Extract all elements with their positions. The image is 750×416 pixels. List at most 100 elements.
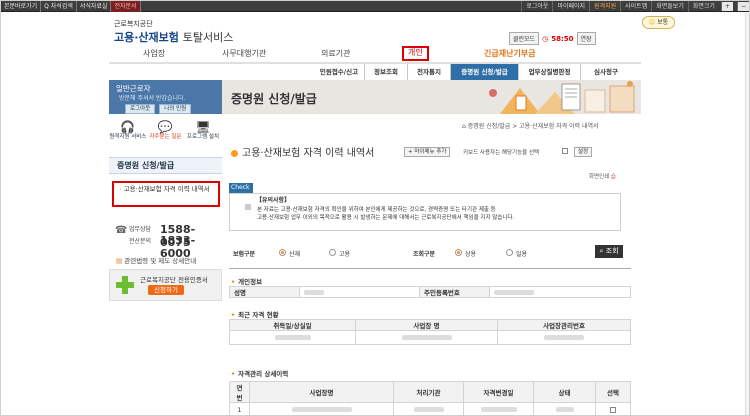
arrow-icon: › bbox=[119, 185, 122, 193]
remote-support-link[interactable]: 원격지원 bbox=[589, 1, 620, 12]
tab-certificate[interactable]: 증명원 신청/발급 bbox=[451, 64, 519, 80]
sitemap-link[interactable]: 사이트맵 bbox=[620, 1, 651, 12]
page-title: 증명원 신청/발급 bbox=[231, 92, 317, 106]
tab-e-notice[interactable]: 전자통지 bbox=[408, 64, 451, 80]
law-link-label: 관련법령 및 제도 상세안내 bbox=[124, 257, 197, 265]
search-button[interactable]: ⌕ 조회 bbox=[595, 245, 623, 258]
history-header-change-date: 자격변경일 bbox=[463, 381, 534, 403]
utility-bar: 본문바로가기 Q 자석검색 서식자료실 전자문서 로그아웃 마이페이지 원격지원… bbox=[1, 1, 749, 12]
query-option-daily: 일용 bbox=[516, 251, 528, 258]
logout-link[interactable]: 로그아웃 bbox=[521, 1, 552, 12]
current-section-title: 최근 자격 현황 bbox=[231, 309, 278, 319]
my-civil-button[interactable]: 나의 민원 bbox=[159, 104, 192, 114]
util-skip-link[interactable]: 본문바로가기 bbox=[1, 1, 42, 12]
util-search-link[interactable]: Q 자석검색 bbox=[41, 1, 77, 12]
remote-support-label: 원격지원 서비스 bbox=[109, 134, 147, 140]
view-mode-label: 보통 bbox=[657, 19, 669, 26]
zoom-out-button[interactable]: − bbox=[736, 2, 749, 11]
view-mode-button[interactable]: ☺ 보통 bbox=[642, 16, 675, 29]
notice-line-2: 고용·산재보험 업무 이외의 목적으로 활용 시 발생하는 문제에 대해서는 근… bbox=[257, 215, 515, 221]
law-link[interactable]: ▤ 관련법령 및 제도 상세안내 bbox=[116, 255, 196, 265]
search-icon: ⌕ bbox=[599, 247, 604, 255]
tab-civil-filing[interactable]: 민원접수/신고 bbox=[314, 64, 365, 80]
tab-occupational-disease[interactable]: 업무상질병판정 bbox=[519, 64, 581, 80]
keyboard-checkbox[interactable] bbox=[562, 148, 568, 154]
program-install-shortcut[interactable]: 🖥 프로그램 설치 bbox=[184, 121, 222, 154]
sidebar-menu-title: 증명원 신청/발급 bbox=[109, 157, 222, 174]
tab-review-claim[interactable]: 심사청구 bbox=[581, 64, 631, 80]
history-header-agency: 처리기관 bbox=[393, 381, 464, 403]
extend-button[interactable]: 연장 bbox=[576, 32, 596, 45]
search-button-label: 조회 bbox=[605, 247, 619, 255]
faq-shortcut[interactable]: 💬 자주묻는 질문 bbox=[147, 121, 185, 154]
rrn-value bbox=[489, 286, 631, 298]
history-table: 연번 사업장명 처리기관 자격변경일 상태 선택 1 bbox=[229, 381, 631, 415]
gnb-medical[interactable]: 의료기관 bbox=[321, 46, 350, 61]
org-name: 근로복지공단 bbox=[114, 20, 153, 28]
chat-icon: 💬 bbox=[157, 120, 173, 134]
history-header-status: 상태 bbox=[533, 381, 596, 403]
breadcrumb-text: 증명원 신청/발급 > 고용·산재보험 자격 이력 내역서 bbox=[467, 123, 599, 130]
service-main-title: 고용·산재보험 bbox=[114, 31, 179, 44]
gnb-agency[interactable]: 사무대행기관 bbox=[222, 46, 266, 61]
consult-info: ☎ 업무상담 1588-0075 전산문의 1833-6000 bbox=[113, 223, 223, 260]
current-workplace-cell bbox=[355, 330, 498, 345]
breadcrumb: ⌂ 증명원 신청/발급 > 고용·산재보험 자격 이력 내역서 bbox=[462, 121, 599, 130]
content-title: 고용·산재보험 자격 이력 내역서 bbox=[231, 144, 374, 159]
headset-icon: 🎧 bbox=[120, 120, 136, 134]
zoom-in-button[interactable]: + bbox=[720, 2, 733, 11]
page-scrollbar[interactable] bbox=[745, 13, 749, 415]
banner-illustration-icon bbox=[480, 80, 641, 114]
screen-help-link[interactable]: 화면돌보기 bbox=[651, 1, 688, 12]
print-label: 화면인쇄 bbox=[589, 174, 610, 180]
session-tools: 클린모드 ◷ 58:50 연장 bbox=[509, 32, 596, 45]
insurance-radio-employment[interactable] bbox=[329, 249, 336, 256]
clock-icon: ◷ bbox=[542, 34, 549, 43]
history-row-change-date bbox=[463, 402, 534, 415]
notice-line-1: 본 자료는 고용·산재보험 자격의 확인을 위하여 본인에게 제공하는 것으로,… bbox=[257, 207, 496, 213]
check-tag: Check bbox=[229, 183, 253, 193]
util-forms-link[interactable]: 서식자료실 bbox=[77, 1, 112, 12]
tab-info-lookup[interactable]: 정보조회 bbox=[365, 64, 408, 80]
it-label: 전산문의 bbox=[129, 238, 152, 245]
print-icon: ⎙ bbox=[611, 174, 616, 180]
keyboard-note: 키보드 사용자는 해당기능을 선택 bbox=[463, 150, 540, 156]
content-title-text: 고용·산재보험 자격 이력 내역서 bbox=[242, 148, 375, 159]
gnb-disaster-donation[interactable]: 긴급재난기부금 bbox=[484, 46, 536, 61]
insurance-type-label: 보험구분 bbox=[233, 251, 256, 258]
query-type-label: 조회구분 bbox=[413, 251, 436, 258]
mypage-link[interactable]: 마이페이지 bbox=[552, 1, 589, 12]
query-radio-daily[interactable] bbox=[506, 249, 513, 256]
insurance-radio-accident[interactable] bbox=[279, 249, 286, 256]
print-button[interactable]: 화면인쇄 ⎙ bbox=[589, 172, 615, 181]
gnb-personal[interactable]: 개인 bbox=[402, 46, 429, 61]
smile-icon: ☺ bbox=[648, 19, 656, 26]
clean-mode-button[interactable]: 클린모드 bbox=[509, 32, 540, 45]
service-sub-title: 토탈서비스 bbox=[182, 31, 234, 44]
search-bar: 보험구분 산재 고용 조회구분 상용 일용 ⌕ 조회 bbox=[229, 244, 631, 262]
sidebar-logout-button[interactable]: 로그아웃 bbox=[125, 104, 156, 114]
insurance-option-accident: 산재 bbox=[289, 251, 301, 258]
current-header-date: 취득일/상실일 bbox=[229, 319, 356, 331]
phone-icon: ☎ bbox=[115, 225, 128, 236]
history-row-no: 1 bbox=[229, 402, 250, 415]
history-header-select: 선택 bbox=[595, 381, 631, 403]
home-icon[interactable]: ⌂ bbox=[462, 123, 466, 130]
sidebar-item-qualification-history[interactable]: › 고용·산재보험 자격 이력 내역서 bbox=[112, 181, 220, 207]
history-row-workplace bbox=[249, 402, 394, 415]
quick-icons: 🎧 원격지원 서비스 💬 자주묻는 질문 🖥 프로그램 설치 bbox=[109, 121, 222, 154]
document-icon: ▤ bbox=[116, 257, 123, 265]
gnb-workplace[interactable]: 사업장 bbox=[143, 46, 165, 61]
monitor-icon: 🖥 bbox=[195, 120, 211, 134]
user-buttons: 로그아웃 나의 민원 bbox=[125, 104, 192, 114]
current-mgmt-no-cell bbox=[497, 330, 631, 345]
remote-support-shortcut[interactable]: 🎧 원격지원 서비스 bbox=[109, 121, 147, 154]
history-row-select-checkbox[interactable] bbox=[595, 402, 631, 415]
bullet-icon bbox=[231, 149, 238, 157]
add-my-menu-button[interactable]: + 마이메뉴 추가 bbox=[404, 147, 451, 157]
util-edoc-link[interactable]: 전자문서 bbox=[111, 1, 141, 12]
query-radio-regular[interactable] bbox=[455, 249, 462, 256]
setting-button[interactable]: 설정 bbox=[574, 147, 593, 157]
cert-apply-button[interactable]: 신청하기 bbox=[148, 285, 184, 295]
service-logo[interactable]: 고용·산재보험 토탈서비스 bbox=[114, 29, 233, 45]
